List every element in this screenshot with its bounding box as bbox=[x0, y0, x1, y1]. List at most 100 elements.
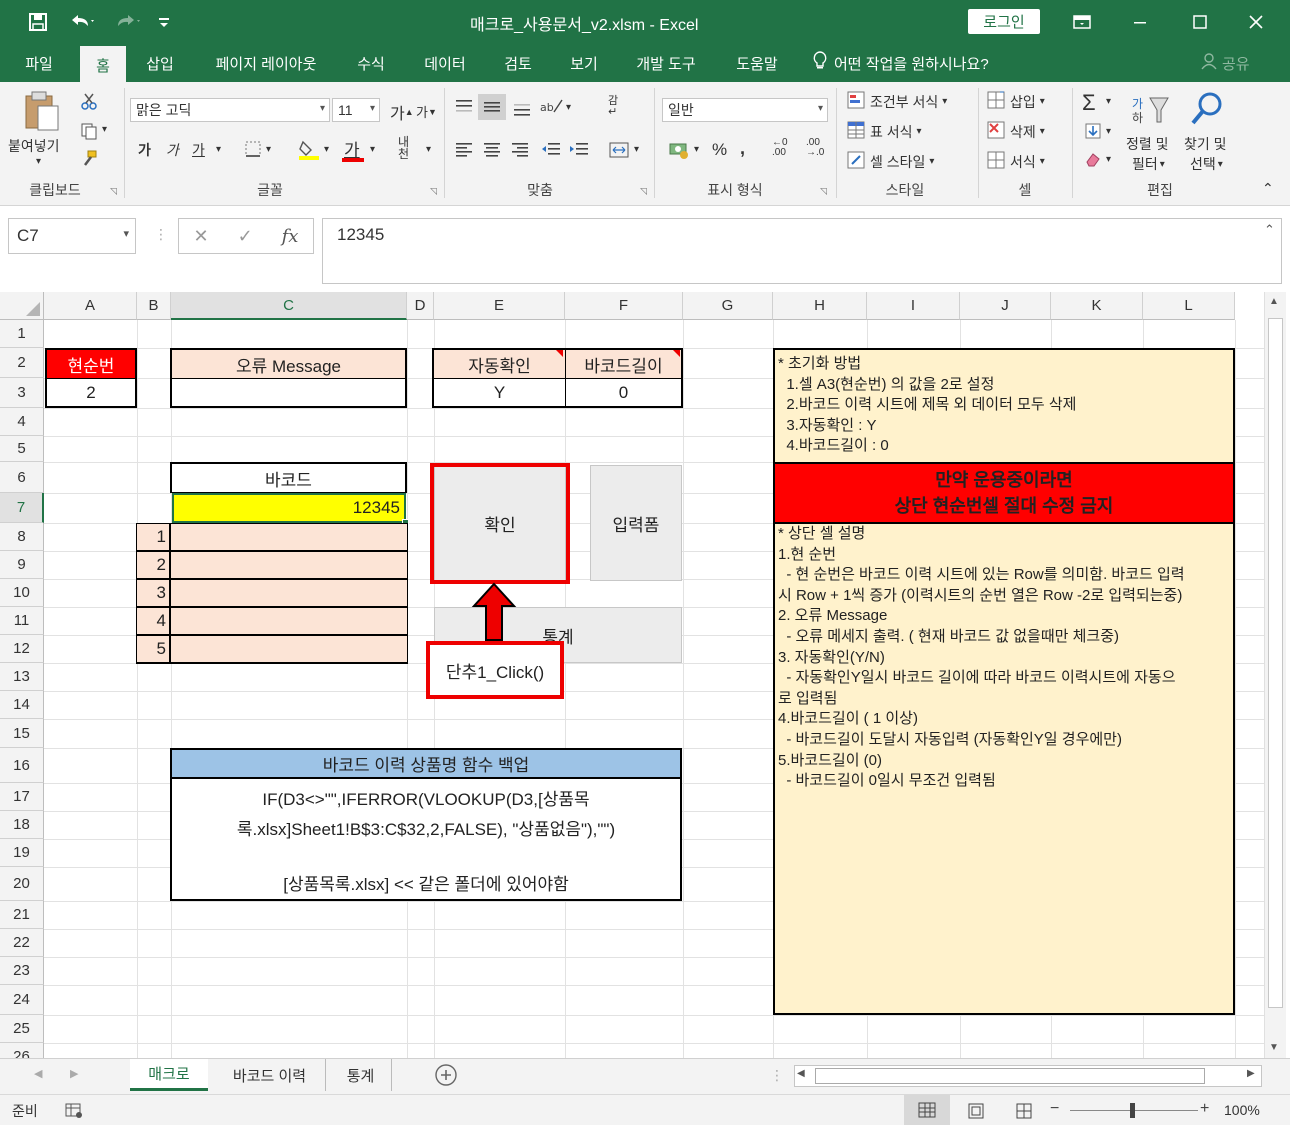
sheet-tab-macro[interactable]: 매크로 bbox=[130, 1059, 208, 1091]
row-header-10[interactable]: 10 bbox=[0, 579, 44, 607]
row-header-14[interactable]: 14 bbox=[0, 691, 44, 719]
phonetic-icon[interactable]: 내천 bbox=[398, 136, 409, 160]
cancel-entry-icon[interactable]: ✕ bbox=[193, 226, 208, 247]
tab-home[interactable]: 홈 bbox=[80, 46, 126, 84]
increase-font-icon[interactable]: 가 ▲ bbox=[390, 100, 414, 124]
formula-input[interactable]: 12345 bbox=[322, 218, 1282, 284]
column-header-l[interactable]: L bbox=[1143, 292, 1235, 320]
autosum-dropdown-icon[interactable]: ▾ bbox=[1106, 96, 1111, 107]
merge-center-icon[interactable] bbox=[608, 140, 630, 160]
scroll-right-icon[interactable]: ▶ bbox=[1247, 1068, 1255, 1079]
tab-data[interactable]: 데이터 bbox=[412, 44, 478, 82]
clipboard-dialog-launcher-icon[interactable]: ◹ bbox=[110, 186, 117, 197]
tab-help[interactable]: 도움말 bbox=[722, 44, 792, 82]
accounting-format-icon[interactable] bbox=[668, 140, 692, 160]
insert-function-icon[interactable]: fx bbox=[282, 226, 299, 247]
row-header-15[interactable]: 15 bbox=[0, 719, 44, 748]
list-item-number[interactable]: 5 bbox=[136, 635, 170, 663]
undo-icon[interactable] bbox=[62, 8, 102, 36]
name-box[interactable]: C7 ▾ bbox=[8, 218, 136, 254]
align-middle-icon[interactable] bbox=[478, 94, 506, 120]
row-header-26[interactable]: 26 bbox=[0, 1043, 44, 1058]
row-header-20[interactable]: 20 bbox=[0, 867, 44, 901]
cell-f2-barcode-length-label[interactable]: 바코드길이 bbox=[565, 348, 683, 379]
font-dialog-launcher-icon[interactable]: ◹ bbox=[430, 186, 437, 197]
column-header-k[interactable]: K bbox=[1051, 292, 1143, 320]
alignment-dialog-launcher-icon[interactable]: ◹ bbox=[640, 186, 647, 197]
row-header-23[interactable]: 23 bbox=[0, 957, 44, 985]
increase-decimal-icon[interactable]: ←0.00 bbox=[772, 138, 788, 158]
paste-dropdown-icon[interactable]: ▾ bbox=[36, 156, 41, 167]
zoom-out-icon[interactable]: − bbox=[1050, 1100, 1059, 1118]
row-header-22[interactable]: 22 bbox=[0, 929, 44, 957]
tab-developer[interactable]: 개발 도구 bbox=[622, 44, 710, 82]
tab-file[interactable]: 파일 bbox=[8, 44, 70, 82]
comma-icon[interactable]: , bbox=[740, 138, 745, 159]
clear-icon[interactable] bbox=[1084, 150, 1102, 168]
tell-me-search[interactable]: 어떤 작업을 원하시나요? bbox=[812, 44, 989, 82]
row-header-21[interactable]: 21 bbox=[0, 901, 44, 929]
minimize-icon[interactable] bbox=[1128, 8, 1152, 36]
redo-icon[interactable] bbox=[108, 8, 148, 36]
increase-indent-icon[interactable] bbox=[568, 140, 590, 160]
row-header-8[interactable]: 8 bbox=[0, 523, 44, 551]
orientation-icon[interactable]: ab bbox=[540, 96, 564, 116]
list-item-value-cell[interactable] bbox=[170, 579, 408, 607]
row-header-16[interactable]: 16 bbox=[0, 748, 44, 783]
sheet-tab-statistics[interactable]: 통계 bbox=[330, 1059, 392, 1091]
column-header-h[interactable]: H bbox=[773, 292, 867, 320]
find-select-button[interactable]: 선택 ▾ bbox=[1190, 154, 1223, 174]
column-header-f[interactable]: F bbox=[565, 292, 683, 320]
expand-formula-bar-icon[interactable]: ⌃ bbox=[1264, 222, 1275, 238]
accounting-dropdown-icon[interactable]: ▾ bbox=[694, 144, 699, 155]
cell-c6-barcode-label[interactable]: 바코드 bbox=[170, 462, 407, 493]
paste-button[interactable]: 붙여넣기 bbox=[8, 136, 60, 156]
column-header-b[interactable]: B bbox=[137, 292, 171, 320]
border-dropdown-icon[interactable]: ▾ bbox=[266, 144, 271, 155]
row-header-9[interactable]: 9 bbox=[0, 551, 44, 579]
paste-icon[interactable] bbox=[20, 90, 64, 134]
horizontal-scrollbar[interactable]: ◀ ▶ bbox=[794, 1065, 1262, 1087]
column-header-a[interactable]: A bbox=[44, 292, 137, 320]
zoom-level[interactable]: 100% bbox=[1224, 1102, 1260, 1118]
row-header-11[interactable]: 11 bbox=[0, 607, 44, 635]
customize-toolbar-icon[interactable] bbox=[156, 8, 172, 36]
format-cells-button[interactable]: 서식 ▾ bbox=[986, 150, 1045, 173]
list-item-number[interactable]: 3 bbox=[136, 579, 170, 607]
login-button[interactable]: 로그인 bbox=[968, 9, 1040, 34]
cell-a3-current-seq-value[interactable]: 2 bbox=[45, 378, 137, 408]
align-center-icon[interactable] bbox=[482, 140, 502, 160]
wrap-text-icon[interactable]: 감 ↵ bbox=[608, 96, 618, 118]
number-format-select[interactable]: 일반 ▾ bbox=[662, 98, 828, 122]
align-top-icon[interactable] bbox=[454, 98, 474, 118]
list-item-value-cell[interactable] bbox=[170, 607, 408, 635]
phonetic-dropdown-icon[interactable]: ▾ bbox=[426, 144, 431, 155]
hscroll-thumb[interactable] bbox=[815, 1068, 1205, 1084]
list-item-number[interactable]: 1 bbox=[136, 523, 170, 551]
cell-e3-auto-confirm-value[interactable]: Y bbox=[432, 378, 566, 408]
tab-view[interactable]: 보기 bbox=[556, 44, 612, 82]
decrease-font-icon[interactable]: 가 ▼ bbox=[416, 102, 437, 121]
scroll-up-icon[interactable]: ▲ bbox=[1269, 296, 1279, 307]
percent-icon[interactable]: % bbox=[712, 140, 727, 160]
scroll-down-icon[interactable]: ▼ bbox=[1269, 1042, 1279, 1053]
bold-icon[interactable]: 가 bbox=[138, 140, 151, 160]
format-painter-icon[interactable] bbox=[80, 150, 98, 168]
delete-cells-button[interactable]: 삭제 ▾ bbox=[986, 120, 1045, 143]
fill-color-icon[interactable] bbox=[298, 138, 320, 160]
column-header-d[interactable]: D bbox=[407, 292, 434, 320]
fill-dropdown-icon[interactable]: ▾ bbox=[1106, 126, 1111, 137]
align-bottom-icon[interactable] bbox=[512, 98, 532, 118]
column-header-c[interactable]: C bbox=[171, 292, 407, 320]
row-header-2[interactable]: 2 bbox=[0, 348, 44, 378]
list-item-value-cell[interactable] bbox=[170, 635, 408, 663]
zoom-in-icon[interactable]: + bbox=[1200, 1100, 1209, 1118]
scroll-left-icon[interactable]: ◀ bbox=[797, 1068, 805, 1079]
scroll-thumb[interactable] bbox=[1268, 318, 1283, 1008]
cell-c3-error-message-value[interactable] bbox=[170, 378, 407, 408]
save-icon[interactable] bbox=[24, 8, 52, 36]
collapse-ribbon-icon[interactable]: ⌃ bbox=[1262, 180, 1274, 197]
ribbon-display-options-icon[interactable] bbox=[1070, 8, 1094, 36]
clear-dropdown-icon[interactable]: ▾ bbox=[1106, 154, 1111, 165]
maximize-icon[interactable] bbox=[1188, 8, 1212, 36]
